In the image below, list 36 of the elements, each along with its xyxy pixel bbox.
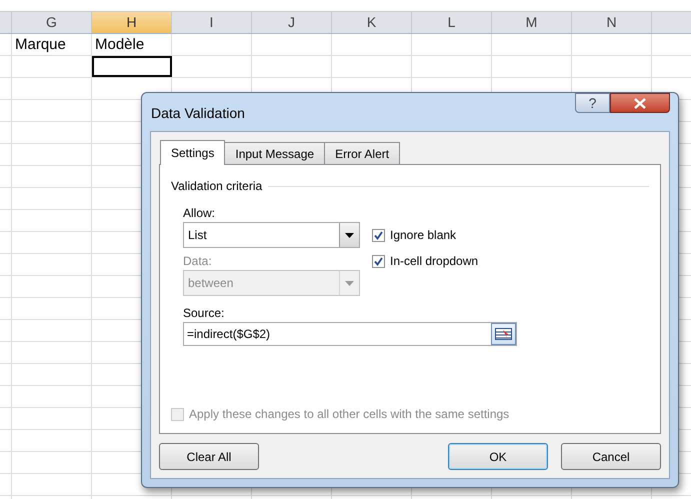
column-header[interactable]: H <box>92 12 172 33</box>
column-header[interactable]: L <box>412 12 492 33</box>
sheet-cell[interactable] <box>92 56 172 77</box>
tab[interactable]: Settings <box>160 140 226 165</box>
close-button[interactable] <box>610 93 670 113</box>
checkbox-label: Ignore blank <box>390 227 456 244</box>
dropdown-value: List <box>187 227 207 244</box>
checkbox-label: Apply these changes to all other cells with the same settings <box>189 406 510 423</box>
field-label: Source: <box>183 305 226 322</box>
help-button[interactable]: ? <box>575 93 610 113</box>
column-header[interactable]: I <box>172 12 252 33</box>
checkbox[interactable] <box>372 228 385 242</box>
section-title: Validation criteria <box>171 178 262 195</box>
checkbox[interactable] <box>372 254 385 268</box>
window-title: Data Validation <box>150 104 245 122</box>
tab[interactable]: Error Alert <box>324 142 400 164</box>
dialog-button[interactable]: Clear All <box>159 443 259 470</box>
field-label: Data: <box>183 253 213 270</box>
checkmark-icon <box>374 256 383 266</box>
column-header[interactable]: K <box>332 12 412 33</box>
sheet-cell[interactable]: Marque <box>12 34 92 55</box>
column-header[interactable]: J <box>252 12 332 33</box>
column-header[interactable]: N <box>572 12 652 33</box>
dialog-button[interactable]: Cancel <box>561 443 661 470</box>
checkbox-label: In-cell dropdown <box>390 253 478 270</box>
column-header[interactable]: M <box>492 12 572 33</box>
source-field[interactable]: =indirect($G$2) <box>183 322 517 346</box>
dropdown-value: between <box>187 275 234 292</box>
collapse-dialog-icon[interactable] <box>491 323 516 345</box>
tab[interactable]: Input Message <box>224 142 326 164</box>
sheet-cell[interactable]: Modèle <box>92 34 172 55</box>
checkmark-icon <box>374 230 383 240</box>
dropdown[interactable]: List <box>183 222 360 248</box>
field-label: Allow: <box>183 205 216 222</box>
dialog-button[interactable]: OK <box>448 443 548 470</box>
close-icon <box>634 98 646 108</box>
